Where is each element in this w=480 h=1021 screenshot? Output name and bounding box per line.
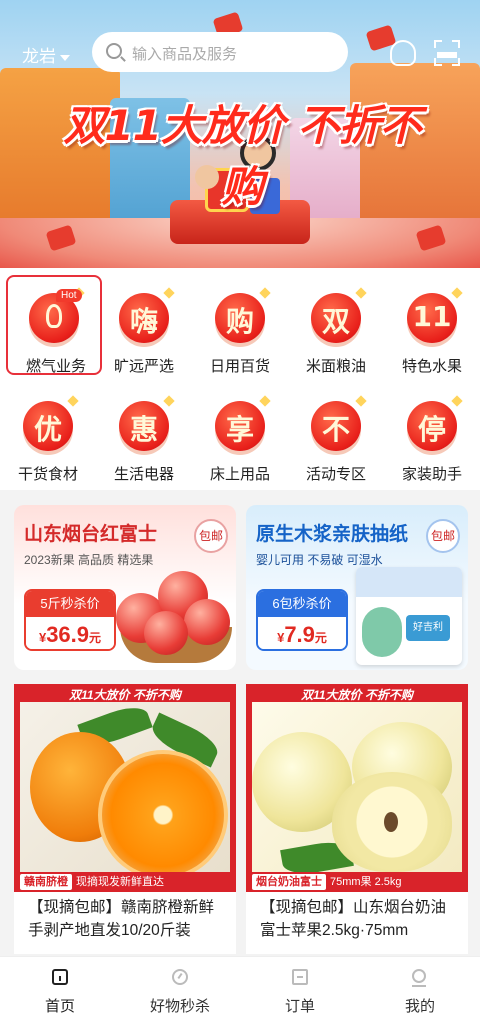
category-label: 床上用品	[209, 466, 270, 483]
category-label: 家装助手	[401, 466, 462, 483]
frame-header: 双11大放价 不折不购	[69, 688, 181, 702]
banner-title: 双11大放价 不折不购	[63, 101, 421, 211]
category-fruits[interactable]: 11 特色水果	[384, 275, 480, 375]
product-caption: 烟台奶油富士 75mm果 2.5kg	[252, 872, 462, 892]
tab-me[interactable]: 我的	[360, 957, 480, 1021]
product-image-frame: 双11大放价 不折不购 赣南脐橙 现摘现发新鲜直达	[14, 684, 236, 892]
shuang-emblem-icon: 双	[311, 287, 367, 343]
caret-down-icon	[60, 54, 70, 61]
category-daily-goods[interactable]: 购 日用百货	[192, 275, 288, 375]
category-appliances[interactable]: 惠 生活电器	[96, 383, 192, 483]
promo-card-tissue[interactable]: 原生木浆亲肤抽纸 婴儿可用 不易破 可湿水 包邮 好吉利 6包秒杀价 ¥7.9元	[246, 505, 468, 670]
promo-title: 原生木浆亲肤抽纸	[256, 524, 409, 545]
category-grid: Hot 燃气业务 嗨 旷远严选 购 日用百货 双 米面粮油 11 特色水果 优 …	[0, 268, 480, 490]
category-label: 旷远严选	[113, 358, 174, 375]
category-label: 日用百货	[209, 358, 270, 375]
you-emblem-icon: 优	[23, 395, 79, 451]
home-icon	[52, 969, 68, 985]
clock-icon	[172, 969, 188, 985]
category-label: 燃气业务	[25, 358, 86, 375]
product-card-orange[interactable]: 双11大放价 不折不购 赣南脐橙 现摘现发新鲜直达 【现摘包邮】赣南脐橙新鲜手剥产…	[14, 684, 236, 954]
hot-badge: Hot	[56, 289, 82, 302]
product-image	[20, 702, 230, 872]
tab-label: 首页	[44, 998, 75, 1015]
bottom-nav: 首页 好物秒杀 订单 我的	[0, 956, 480, 1021]
category-bedding[interactable]: 享 床上用品	[192, 383, 288, 483]
tab-label: 我的	[404, 998, 435, 1015]
product-caption: 赣南脐橙 现摘现发新鲜直达	[20, 872, 230, 892]
xiang-emblem-icon: 享	[215, 395, 271, 451]
search-placeholder: 输入商品及服务	[132, 46, 238, 63]
price-tag: 6包秒杀价 ¥7.9元	[256, 589, 348, 651]
price-tag-label: 6包秒杀价	[258, 591, 346, 617]
category-home-helper[interactable]: 停 家装助手	[384, 383, 480, 483]
category-label: 特色水果	[401, 358, 462, 375]
location-selector[interactable]: 龙岩	[22, 42, 70, 67]
product-card-apple[interactable]: 双11大放价 不折不购 烟台奶油富士 75mm果 2.5kg 【现摘包邮】山东烟台…	[246, 684, 468, 954]
bu-emblem-icon: 不	[311, 395, 367, 451]
price-value: ¥7.9元	[258, 617, 346, 649]
hero-banner[interactable]: 双11大放价 不折不购 龙岩 输入商品及服务	[0, 0, 480, 268]
hui-emblem-icon: 惠	[119, 395, 175, 451]
message-icon[interactable]	[390, 40, 416, 66]
product-name: 【现摘包邮】赣南脐橙新鲜手剥产地直发10/20斤装	[28, 899, 215, 939]
tab-orders[interactable]: 订单	[240, 957, 360, 1021]
category-grain-oil[interactable]: 双 米面粮油	[288, 275, 384, 375]
price-tag: 5斤秒杀价 ¥36.9元	[24, 589, 116, 651]
scan-icon[interactable]	[434, 40, 460, 66]
category-label: 干货食材	[17, 466, 78, 483]
price-tag-label: 5斤秒杀价	[26, 591, 114, 617]
free-shipping-badge: 包邮	[194, 519, 228, 553]
ting-emblem-icon: 停	[407, 395, 463, 451]
category-kuangyuan-select[interactable]: 嗨 旷远严选	[96, 275, 192, 375]
top-bar: 龙岩 输入商品及服务	[0, 30, 480, 76]
product-name: 【现摘包邮】山东烟台奶油富士苹果2.5kg·75mm	[260, 899, 447, 939]
category-label: 活动专区	[305, 466, 366, 483]
free-shipping-badge: 包邮	[426, 519, 460, 553]
search-input[interactable]: 输入商品及服务	[92, 32, 348, 72]
category-dry-food[interactable]: 优 干货食材	[0, 383, 96, 483]
product-image	[252, 702, 462, 872]
tab-flash-sale[interactable]: 好物秒杀	[120, 957, 240, 1021]
order-icon	[292, 969, 308, 985]
gou-emblem-icon: 购	[215, 287, 271, 343]
category-label: 生活电器	[113, 466, 174, 483]
user-icon	[412, 969, 426, 987]
tab-label: 好物秒杀	[149, 998, 210, 1015]
promo-card-apples[interactable]: 山东烟台红富士 2023新果 高品质 精选果 包邮 5斤秒杀价 ¥36.9元	[14, 505, 236, 670]
tissue-pack-image: 好吉利	[356, 567, 462, 665]
frame-header: 双11大放价 不折不购	[301, 688, 413, 702]
location-label: 龙岩	[22, 47, 56, 66]
price-value: ¥36.9元	[26, 617, 114, 649]
promo-subtitle: 婴儿可用 不易破 可湿水	[256, 553, 383, 567]
category-events[interactable]: 不 活动专区	[288, 383, 384, 483]
apple-basket-image	[114, 565, 234, 665]
product-image-frame: 双11大放价 不折不购 烟台奶油富士 75mm果 2.5kg	[246, 684, 468, 892]
category-label: 米面粮油	[305, 358, 366, 375]
tab-label: 订单	[284, 998, 315, 1015]
hai-emblem-icon: 嗨	[119, 287, 175, 343]
category-gas-service[interactable]: Hot 燃气业务	[6, 275, 102, 375]
eleven-emblem-icon: 11	[407, 287, 463, 343]
promo-title: 山东烟台红富士	[24, 524, 158, 545]
search-icon	[106, 43, 122, 59]
tab-home[interactable]: 首页	[0, 957, 120, 1021]
tissue-brand-label: 好吉利	[406, 615, 450, 641]
